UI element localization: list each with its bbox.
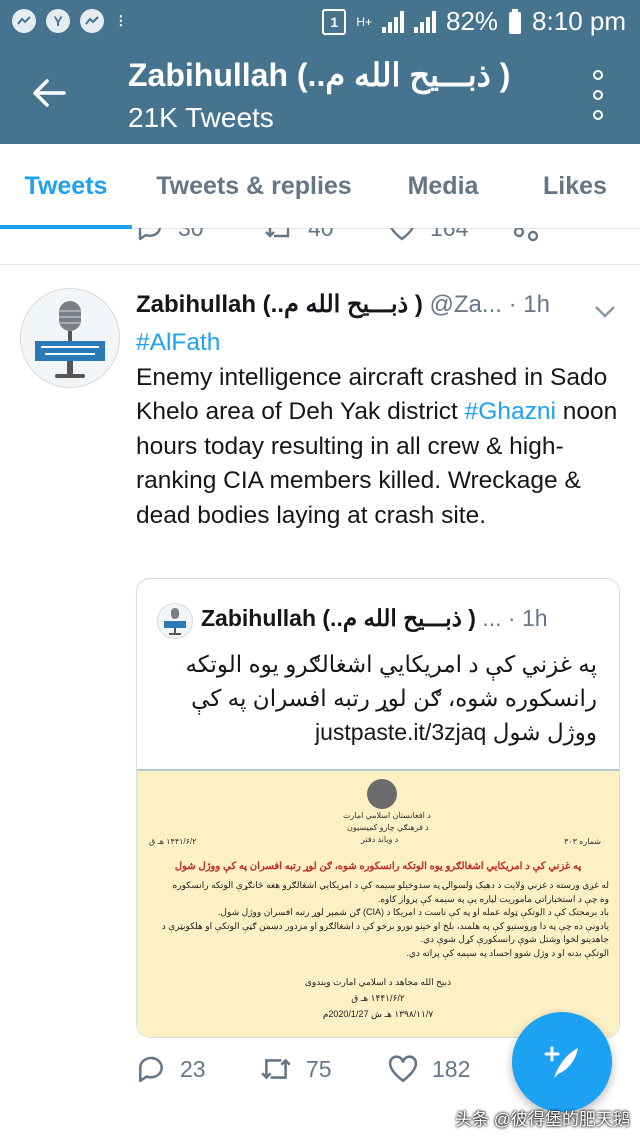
- doc-line: باد برمحتک کې د الوتکې ټوله عمله او په ک…: [217, 907, 609, 917]
- reply-count: 23: [180, 1055, 206, 1082]
- microphone-logo: [35, 301, 105, 378]
- app-y-icon: Y: [46, 9, 70, 33]
- sim-icon: 1: [322, 8, 347, 35]
- battery-icon: [509, 8, 522, 34]
- arrow-left-icon: [33, 79, 66, 107]
- reply-icon: [138, 228, 162, 241]
- doc-date: ۱۴۴۱/۶/۲ هـ ق: [149, 837, 197, 846]
- dot-icon: [593, 70, 603, 80]
- tweet-count: 21K Tweets: [128, 102, 274, 133]
- like-count: 164: [430, 228, 468, 242]
- reply-icon: [138, 1056, 163, 1083]
- emblem-icon: [367, 779, 397, 809]
- doc-header-line: د فرهنګي چارو کميسيون: [347, 823, 429, 832]
- tweet-header: Zabihullah (..ذبـــیح الله م ) @Za... · …: [136, 290, 616, 326]
- doc-title: په غزني کې د امریکایي اشغالګرو یوه الوتک…: [174, 861, 582, 872]
- quoted-time: · 1h: [507, 605, 548, 631]
- heart-icon: [388, 1055, 418, 1083]
- battery-level: 82%: [446, 6, 499, 36]
- signal-icon: [382, 10, 404, 33]
- author-name[interactable]: Zabihullah (..ذبـــیح الله م ): [136, 291, 423, 318]
- retweet-button[interactable]: 40: [264, 228, 334, 242]
- share-button[interactable]: [512, 228, 540, 242]
- back-button[interactable]: [24, 70, 74, 116]
- doc-number: شماره ۳۰۳: [564, 837, 601, 846]
- reply-button[interactable]: 30: [136, 228, 204, 242]
- quoted-link[interactable]: justpaste.it/3zjaq: [315, 719, 486, 745]
- quoted-tweet[interactable]: Zabihullah (..ذبـــیح الله م ) ... · 1h …: [136, 578, 620, 1038]
- tweet[interactable]: Zabihullah (..ذبـــیح الله م ) @Za... · …: [0, 276, 640, 1138]
- doc-line: یادونې ده چې په دا وروستیو کې په هلمند، …: [161, 920, 609, 931]
- notification-icons: Y ⁝: [12, 9, 126, 33]
- dot-icon: [593, 90, 603, 100]
- doc-line: الوتکې بدنه او د وژل شوو اجساد په سیمه ک…: [406, 947, 609, 958]
- status-bar: Y ⁝ 1 H+ 82% 8:10 pm: [0, 0, 640, 44]
- clock: 8:10 pm: [532, 6, 626, 36]
- doc-signature: ذبیح الله مجاهد د اسلامي امارت ویندوی: [304, 977, 452, 987]
- messenger-icon: [80, 9, 104, 33]
- watermark: 头条 @彼得堡的肥天鹅: [455, 1110, 630, 1129]
- like-button[interactable]: 182: [388, 1054, 470, 1084]
- hashtag-link[interactable]: #Ghazni: [465, 398, 556, 425]
- network-type: H+: [356, 14, 372, 29]
- doc-sign-date: ۱۴۴۱/۶/۲ هـ ق: [351, 993, 405, 1003]
- quoted-image-document[interactable]: د افغانستان اسلامي امارت د فرهنګي چارو ک…: [137, 769, 619, 1037]
- retweet-count: 40: [308, 228, 334, 242]
- avatar[interactable]: [20, 288, 120, 388]
- signal-icon: [414, 10, 436, 33]
- like-count: 182: [432, 1055, 471, 1082]
- profile-tabs: Tweets Tweets & replies Media Likes: [0, 144, 640, 229]
- heart-icon: [390, 228, 414, 241]
- more-notifications-icon: ⁝: [118, 10, 126, 31]
- compose-tweet-button[interactable]: [512, 1012, 612, 1112]
- doc-header-line: د ویاند دفتر: [361, 835, 399, 844]
- microphone-logo: [164, 608, 186, 635]
- tab-media[interactable]: Media: [376, 144, 510, 228]
- reply-count: 30: [178, 228, 204, 242]
- profile-name: Zabihullah (..ذبـــیح الله م ): [128, 57, 511, 93]
- share-icon: [513, 228, 539, 242]
- tab-tweets-replies[interactable]: Tweets & replies: [132, 144, 376, 228]
- retweet-button[interactable]: 75: [260, 1054, 332, 1084]
- doc-line: وه چې د استخباراتي ماموریت لپاره یې په س…: [377, 893, 609, 904]
- doc-line: له غږي ورسته د غزني ولایت د دهیک ولسوالۍ…: [172, 880, 609, 890]
- tab-likes[interactable]: Likes: [510, 144, 640, 228]
- quoted-text: په غزني کې د امریکایي اشغالګرو یوه الوتک…: [167, 647, 597, 749]
- system-indicators: 1 H+ 82% 8:10 pm: [322, 6, 626, 37]
- tweet-time: · 1h: [508, 291, 550, 318]
- tab-tweets[interactable]: Tweets: [0, 144, 132, 229]
- profile-header: Zabihullah (..ذبـــیح الله م ) 21K Tweet…: [0, 44, 640, 144]
- dot-icon: [593, 110, 603, 120]
- compose-feather-icon: [544, 1046, 578, 1078]
- tweet-options-button[interactable]: [594, 298, 616, 326]
- reply-button[interactable]: 23: [136, 1054, 206, 1084]
- overflow-menu-button[interactable]: [586, 70, 610, 120]
- retweet-icon: [261, 1058, 291, 1080]
- retweet-icon: [265, 228, 290, 238]
- chevron-down-icon: [595, 306, 615, 318]
- doc-body: له غږي ورسته د غزني ولایت د دهیک ولسوالۍ…: [147, 879, 609, 960]
- quoted-avatar: [157, 603, 193, 639]
- hashtag-link[interactable]: #AlFath: [136, 326, 628, 361]
- retweet-count: 75: [306, 1055, 332, 1082]
- like-button[interactable]: 164: [388, 228, 468, 242]
- author-handle[interactable]: @Za...: [430, 291, 502, 318]
- previous-tweet-actions: 30 40 164: [0, 228, 640, 265]
- quoted-author-name: Zabihullah (..ذبـــیح الله م ): [201, 605, 476, 631]
- doc-header-line: د افغانستان اسلامي امارت: [343, 811, 431, 820]
- tweet-text: #AlFath Enemy intelligence aircraft cras…: [136, 326, 628, 533]
- quoted-header: Zabihullah (..ذبـــیح الله م ) ... · 1h: [201, 605, 601, 632]
- quoted-author-handle: ...: [482, 605, 502, 631]
- doc-line: جاهدینو لخوا وشتل شوې رانسکورې کړل شوې د…: [420, 934, 609, 944]
- messenger-icon: [12, 9, 36, 33]
